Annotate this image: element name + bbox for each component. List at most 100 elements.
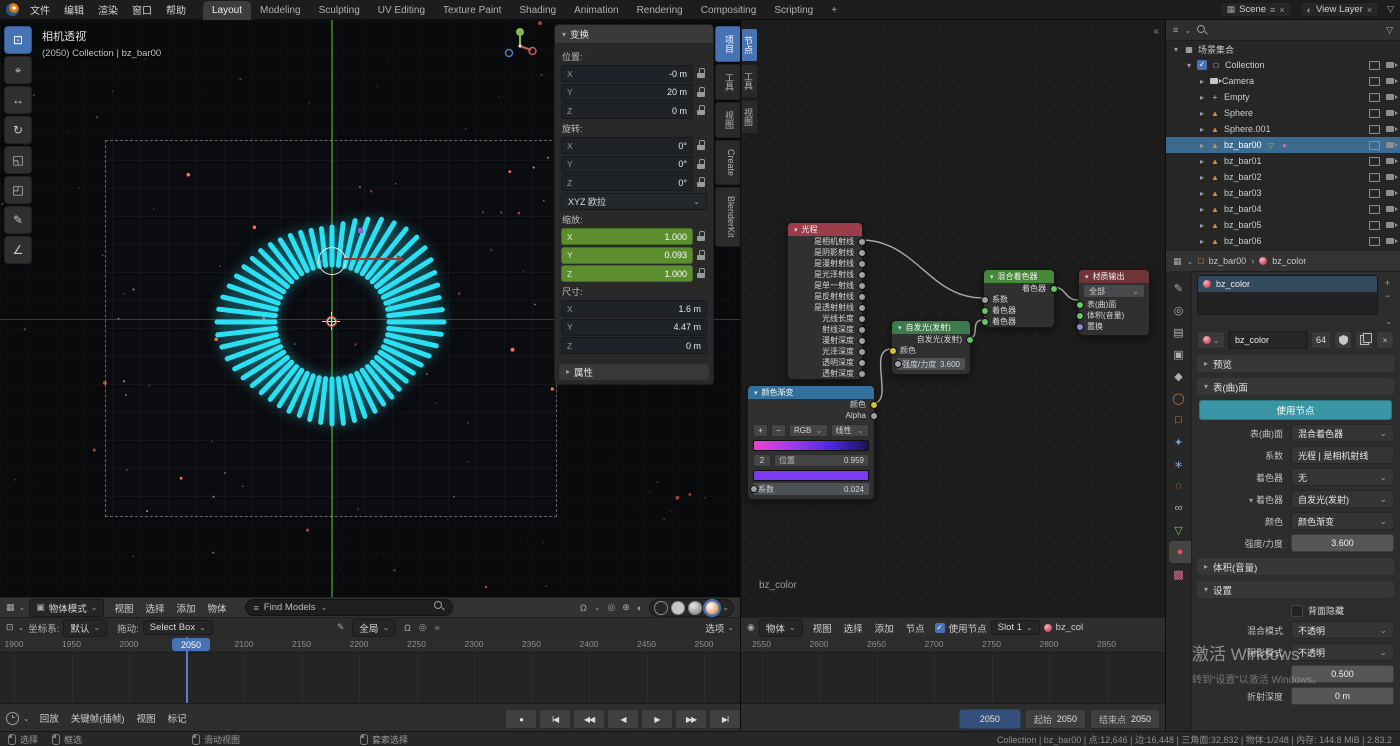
value-socket[interactable] — [858, 282, 866, 290]
drag-mode-dropdown[interactable]: Select Box ⌄ — [143, 620, 213, 635]
outliner-item-Camera[interactable]: ▸Camera — [1166, 73, 1400, 89]
add-stop-button[interactable]: + — [753, 424, 768, 437]
scene-selector[interactable]: ▦ Scene ≡ × — [1220, 2, 1292, 17]
navigation-gizmo[interactable] — [500, 26, 540, 66]
material-name-field[interactable]: bz_color — [1228, 331, 1308, 349]
outliner-item-bz_bar03[interactable]: ▸▲bz_bar03 — [1166, 185, 1400, 201]
ramp-color-output[interactable]: 颜色 — [748, 399, 874, 410]
menu-选择[interactable]: 选择 — [838, 619, 869, 637]
location-x-field[interactable]: X-0 m — [561, 65, 693, 82]
menu-标记[interactable]: 标记 — [162, 709, 193, 727]
shader-socket[interactable] — [966, 336, 974, 344]
scale-z-field[interactable]: Z1.000 — [561, 265, 693, 282]
material-slot-row[interactable]: bz_color — [1198, 276, 1377, 292]
value-socket[interactable] — [858, 260, 866, 268]
light-path-node-header[interactable]: ▾ 光程 — [788, 223, 862, 236]
outliner-item-bz_bar00[interactable]: ▸▲bz_bar00▽● — [1166, 137, 1400, 153]
lock-icon[interactable] — [697, 250, 707, 261]
light-path-output[interactable]: 漫射深度 — [788, 335, 862, 346]
menu-文件[interactable]: 文件 — [23, 0, 57, 19]
input-socket[interactable] — [981, 318, 989, 326]
current-frame-field[interactable]: 2050 — [959, 709, 1021, 729]
color-field[interactable]: 颜色渐变⌄ — [1291, 512, 1394, 530]
light-path-output[interactable]: 透射深度 — [788, 368, 862, 379]
outliner-item-Sphere[interactable]: ▸▲Sphere — [1166, 105, 1400, 121]
empty-object[interactable] — [318, 247, 346, 275]
object-properties-tab[interactable]: □ — [1166, 409, 1191, 431]
material-slot-list[interactable]: bz_color — [1197, 275, 1378, 315]
value-socket[interactable] — [858, 359, 866, 367]
close-scene-icon[interactable]: × — [1279, 5, 1284, 15]
remove-slot-icon[interactable]: − — [1385, 291, 1390, 301]
color-socket[interactable] — [889, 347, 897, 355]
select-box-tool[interactable]: ⊡ — [4, 26, 32, 54]
mix-shader-node[interactable]: ▾ 混合着色器 着色器 系数着色器着色器 — [983, 269, 1055, 328]
color-socket[interactable] — [870, 401, 878, 409]
outliner-item-bz_bar06[interactable]: ▸▲bz_bar06 — [1166, 233, 1400, 249]
strength-socket[interactable] — [894, 360, 902, 368]
object-data-properties-tab[interactable]: ▽ — [1166, 519, 1191, 541]
add-workspace-tab[interactable]: + — [822, 1, 846, 20]
slot-dropdown[interactable]: Slot 1 ⌄ — [991, 620, 1040, 635]
disable-render-icon[interactable] — [1386, 238, 1394, 244]
outliner-item-bz_bar05[interactable]: ▸▲bz_bar05 — [1166, 217, 1400, 233]
workspace-tab-compositing[interactable]: Compositing — [692, 1, 766, 20]
play-button[interactable]: ▶ — [641, 709, 673, 729]
disable-render-icon[interactable] — [1386, 142, 1394, 148]
item-panel-header[interactable]: ▸ 属性 — [559, 364, 709, 380]
disable-render-icon[interactable] — [1386, 126, 1394, 132]
value-socket[interactable] — [858, 293, 866, 301]
shader-socket[interactable] — [1050, 285, 1058, 293]
value-socket[interactable] — [858, 315, 866, 323]
menu-视图[interactable]: 视图 — [131, 709, 162, 727]
shader-type-icon[interactable]: ◉ — [747, 622, 755, 633]
jump-to-end-button[interactable]: ▶I — [709, 709, 741, 729]
light-path-output[interactable]: 是透射射线 — [788, 302, 862, 313]
color-ramp-gradient[interactable] — [753, 440, 869, 451]
remove-stop-button[interactable]: − — [771, 424, 786, 437]
outliner-item-Empty[interactable]: ▸+Empty — [1166, 89, 1400, 105]
material-output-node[interactable]: ▾ 材质输出 全部⌄ 表(曲)面体积(音量)置换 — [1078, 269, 1150, 336]
mix-shader-node-header[interactable]: ▾ 混合着色器 — [984, 270, 1054, 283]
add-slot-icon[interactable]: + — [1385, 278, 1390, 288]
sidebar-tab-项目[interactable]: 项目 — [715, 26, 740, 62]
copy-material-icon[interactable] — [1355, 331, 1373, 349]
light-path-output[interactable]: 透明深度 — [788, 357, 862, 368]
category-icon[interactable]: ≡ — [254, 603, 259, 613]
menu-关键帧(插帧)[interactable]: 关键帧(插帧) — [65, 709, 131, 727]
blenderkit-search[interactable]: ≡ Find Models ⌄ — [245, 599, 453, 616]
menu-物体[interactable]: 物体 — [202, 599, 233, 617]
hide-viewport-icon[interactable] — [1369, 77, 1380, 86]
annotate-tool[interactable]: ✎ — [4, 206, 32, 234]
scene-properties-tab[interactable]: ◆ — [1166, 365, 1191, 387]
lock-icon[interactable] — [697, 231, 707, 242]
fake-user-icon[interactable] — [1334, 331, 1352, 349]
material-shading-icon[interactable] — [688, 601, 702, 615]
lock-icon[interactable] — [697, 177, 707, 188]
transform-tool[interactable]: ◰ — [4, 176, 32, 204]
move-tool[interactable]: ↔ — [4, 86, 32, 114]
value-socket[interactable] — [858, 238, 866, 246]
tool-properties-tab[interactable]: ✎ — [1166, 277, 1191, 299]
dimensions-z-field[interactable]: Z0 m — [561, 337, 707, 354]
pivot-dropdown[interactable]: 全局 ⌄ — [352, 619, 396, 637]
mix-shader-input[interactable]: 着色器 — [984, 305, 1054, 316]
magnet-icon[interactable]: Ω — [404, 623, 411, 633]
input-socket[interactable] — [981, 296, 989, 304]
fac-field[interactable]: 光程 | 是相机射线 — [1291, 446, 1394, 464]
emission-node[interactable]: ▾ 自发光(发射) 自发光(发射) 颜色 强度/力度 3.600 — [891, 320, 971, 375]
hide-viewport-icon[interactable] — [1369, 173, 1380, 182]
menu-渲染[interactable]: 渲染 — [91, 0, 125, 19]
active-tool-icon[interactable]: ⊡ — [6, 622, 14, 633]
rotation-x-field[interactable]: X0° — [561, 137, 693, 154]
sidebar-tab-节点[interactable]: 节点 — [742, 28, 758, 62]
outliner-item-Collection[interactable]: ▾✓□Collection — [1166, 57, 1400, 73]
sidebar-tab-blenderkit[interactable]: BlenderKit — [715, 187, 740, 247]
color-ramp-node-header[interactable]: ▾ 颜色渐变 — [748, 386, 874, 399]
value-socket[interactable] — [858, 337, 866, 345]
new-scene-icon[interactable]: ≡ — [1270, 5, 1275, 15]
editor-type-icon[interactable]: ≡ — [1173, 25, 1178, 35]
world-properties-tab[interactable]: ◯ — [1166, 387, 1191, 409]
outliner-item-bz_bar01[interactable]: ▸▲bz_bar01 — [1166, 153, 1400, 169]
settings-panel-header[interactable]: ▾ 设置 — [1197, 581, 1394, 598]
